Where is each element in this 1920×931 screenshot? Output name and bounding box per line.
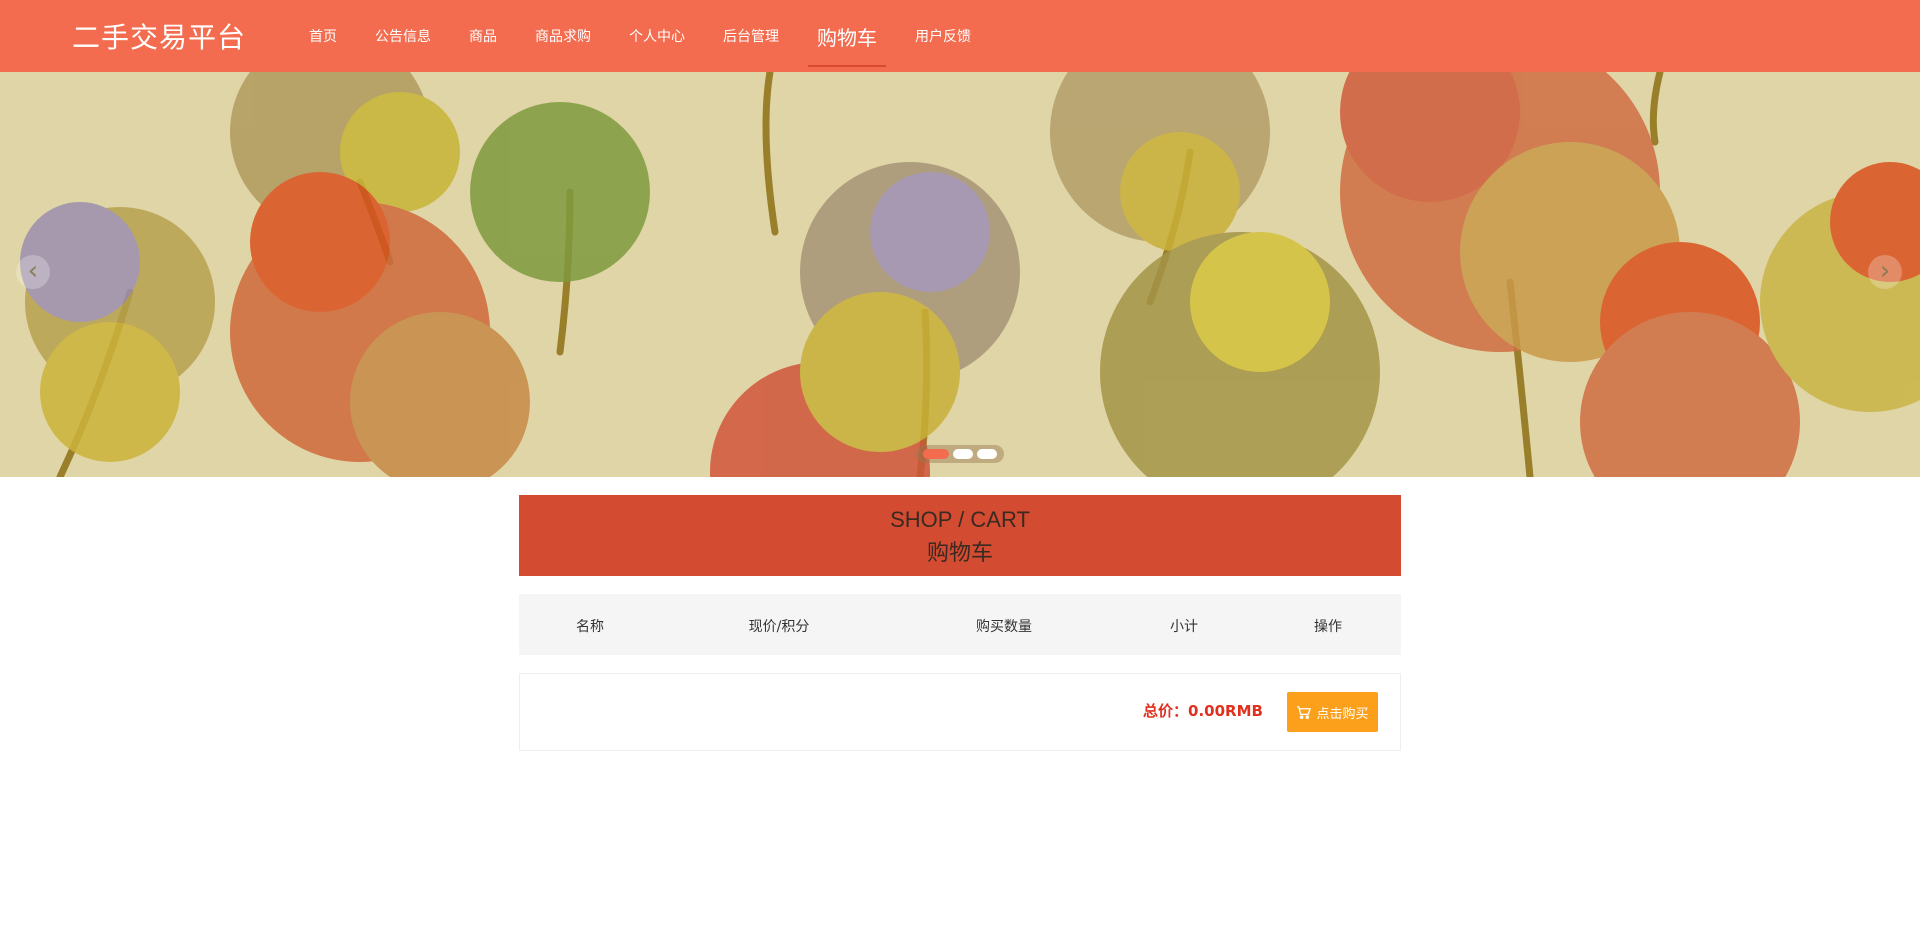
cart-table-header: 名称 现价/积分 购买数量 小计 操作	[519, 594, 1401, 655]
carousel-dot-2[interactable]	[953, 449, 973, 459]
carousel-prev-button[interactable]: ‹	[16, 255, 50, 289]
nav-item-announcements[interactable]: 公告信息	[356, 0, 450, 72]
carousel-dot-3[interactable]	[977, 449, 997, 459]
column-header-price: 现价/积分	[748, 619, 810, 635]
carousel-dot-1[interactable]	[923, 449, 949, 459]
cart-title-cn: 购物车	[926, 541, 993, 566]
carousel-indicators	[916, 445, 1004, 463]
chevron-right-icon: ›	[1879, 256, 1891, 286]
banner-carousel: ‹ ›	[0, 72, 1920, 477]
total-label: 总价：	[1143, 702, 1189, 720]
nav-item-wanted[interactable]: 商品求购	[516, 0, 610, 72]
cart-icon	[1297, 705, 1312, 719]
nav-item-profile[interactable]: 个人中心	[610, 0, 704, 72]
nav-item-cart[interactable]: 购物车	[808, 0, 886, 72]
banner-image	[20, 72, 1920, 477]
nav-item-products[interactable]: 商品	[450, 0, 516, 72]
nav-item-home[interactable]: 首页	[290, 0, 356, 72]
main-nav: 首页 公告信息 商品 商品求购 个人中心 后台管理 购物车 用户反馈	[290, 0, 990, 72]
cart-title-banner: SHOP / CART 购物车	[519, 495, 1401, 576]
column-header-subtotal: 小计	[1170, 619, 1198, 635]
site-brand[interactable]: 二手交易平台	[72, 16, 246, 56]
chevron-left-icon: ‹	[27, 256, 39, 286]
column-header-name: 名称	[576, 619, 604, 635]
cart-total: 总价：0.00RMB	[1143, 700, 1263, 721]
column-header-actions: 操作	[1314, 619, 1342, 635]
cart-title-en: SHOP / CART	[890, 507, 1030, 532]
nav-item-feedback[interactable]: 用户反馈	[896, 0, 990, 72]
cart-summary: 总价：0.00RMB 点击购买	[519, 673, 1401, 751]
column-header-quantity: 购买数量	[976, 619, 1032, 635]
top-header: 二手交易平台 首页 公告信息 商品 商品求购 个人中心 后台管理 购物车 用户反…	[0, 0, 1920, 72]
nav-item-admin[interactable]: 后台管理	[704, 0, 798, 72]
buy-button-label: 点击购买	[1316, 706, 1369, 722]
total-value: 0.00RMB	[1188, 702, 1263, 720]
carousel-next-button[interactable]: ›	[1868, 255, 1902, 289]
buy-button[interactable]: 点击购买	[1287, 692, 1378, 732]
